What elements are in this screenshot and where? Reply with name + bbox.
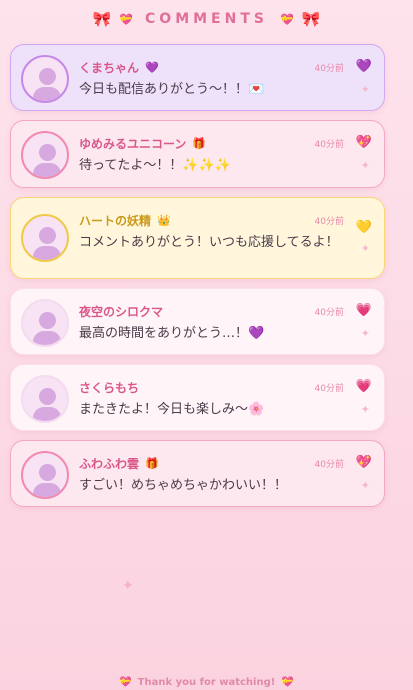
comments-title: COMMENTS [145,11,268,27]
purple-heart-icon: 💜 [145,61,159,74]
reaction-heart-icon[interactable]: 💜 [356,59,372,74]
timestamp: 40分前 [314,64,344,74]
gift-icon: 🎁 [192,137,207,150]
username: ハートの妖精 [79,214,152,228]
avatar [21,375,69,423]
crown-icon: 👑 [157,214,171,227]
reaction-heart-icon[interactable]: 💛 [356,220,372,235]
sparkle-icon: ✦ [360,159,370,172]
avatar [21,299,69,347]
comment-card[interactable]: ふわふわ雲 🎁 40分前 💖 ✦ すごい！めちゃめちゃかわいい！！ [10,440,385,507]
avatar [21,55,69,103]
comment-card[interactable]: くまちゃん 💜 40分前 💜 ✦ 今日も配信ありがとう〜！！💌 [10,44,385,111]
sparkle-icon: ✦ [360,83,370,96]
sparkle-icon: ✦ [360,403,370,416]
comment-message: コメントありがとう！いつも応援してるよ！ [79,235,339,250]
sparkle-icon: ✦ [122,578,134,594]
ribbon-icon: 🎀 [301,10,321,28]
timestamp: 40分前 [314,460,344,470]
timestamp: 40分前 [314,384,344,394]
avatar [21,214,69,262]
heart-gift-icon: 💝 [281,676,294,688]
footer: 💝 Thank you for watching! 💝 [0,674,413,690]
username: ふわふわ雲 [79,457,140,471]
comment-message: 最高の時間をありがとう…！💜 [79,326,265,341]
sparkle-icon: ✦ [360,242,370,255]
comment-message: すごい！めちゃめちゃかわいい！！ [79,478,288,493]
username: くまちゃん [79,61,140,75]
comment-message: 待ってたよ〜！！✨✨✨ [79,158,231,173]
comment-card[interactable]: さくらもち 40分前 💗 ✦ またきたよ！今日も楽しみ〜🌸 [10,364,385,431]
comment-card[interactable]: ハートの妖精 👑 40分前 💛 ✦ コメントありがとう！いつも応援してるよ！ [10,197,385,279]
comment-message: またきたよ！今日も楽しみ〜🌸 [79,402,265,417]
username: さくらもち [79,381,140,395]
timestamp: 40分前 [314,217,344,227]
heart-gift-icon: 💝 [119,676,132,688]
sparkle-icon: ✦ [360,327,370,340]
sparkle-icon: ✦ [360,479,370,492]
timestamp: 40分前 [314,140,344,150]
comments-header: 🎀 💝 COMMENTS 💝 🎀 [0,8,413,30]
reaction-heart-icon[interactable]: 💖 [356,455,372,470]
gift-icon: 🎁 [145,457,159,470]
username: 夜空のシロクマ [79,305,164,319]
avatar [21,131,69,179]
comment-card[interactable]: 夜空のシロクマ 40分前 💗 ✦ 最高の時間をありがとう…！💜 [10,288,385,355]
heart-gift-icon: 💝 [119,12,134,26]
comment-message: 今日も配信ありがとう〜！！💌 [79,82,265,97]
timestamp: 40分前 [314,308,344,318]
ribbon-icon: 🎀 [92,10,112,28]
comment-card[interactable]: ゆめみるユニコーン 🎁 40分前 💖 ✦ 待ってたよ〜！！✨✨✨ [10,120,385,188]
avatar [21,451,69,499]
reaction-heart-icon[interactable]: 💗 [356,379,372,394]
reaction-heart-icon[interactable]: 💖 [356,135,372,150]
footer-text: Thank you for watching! [137,676,276,688]
heart-gift-icon: 💝 [279,12,294,26]
reaction-heart-icon[interactable]: 💗 [356,303,372,318]
username: ゆめみるユニコーン [79,137,187,151]
